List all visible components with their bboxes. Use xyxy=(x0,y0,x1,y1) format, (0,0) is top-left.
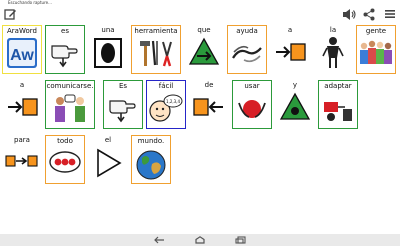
back-icon[interactable] xyxy=(153,236,165,244)
card-una[interactable]: una xyxy=(88,25,128,74)
card-facil[interactable]: fácil 1,2,3,4 xyxy=(146,80,186,129)
card-label: todo xyxy=(57,137,73,145)
card-label: para xyxy=(14,136,30,144)
arrow-to-square-icon xyxy=(276,43,306,61)
female-figure-icon xyxy=(322,37,344,68)
card-label: que xyxy=(197,26,211,34)
card-a-2[interactable]: a xyxy=(2,80,42,129)
adapt-objects-icon xyxy=(324,102,352,121)
card-que[interactable]: que xyxy=(184,25,224,74)
card-todo[interactable]: todo xyxy=(45,135,85,184)
card-a[interactable]: a xyxy=(270,25,310,74)
helping-hands-icon xyxy=(232,45,262,63)
card-la[interactable]: la xyxy=(313,25,353,74)
card-label: AraWord xyxy=(7,27,37,35)
card-label: una xyxy=(101,26,115,34)
hands-holding-red-icon xyxy=(238,100,266,118)
home-icon[interactable] xyxy=(194,236,206,244)
card-araword[interactable]: AraWord Aw xyxy=(2,25,42,74)
card-para[interactable]: para xyxy=(2,135,42,184)
card-label: y xyxy=(292,81,298,89)
edit-icon[interactable] xyxy=(4,8,17,21)
card-y[interactable]: y xyxy=(275,80,315,129)
group-of-people-icon xyxy=(360,40,392,64)
card-ayuda[interactable]: ayuda xyxy=(227,25,267,74)
card-label: a xyxy=(19,81,25,89)
card-label: gente xyxy=(365,27,387,35)
card-label: la xyxy=(329,26,337,34)
pictogram-grid: AraWord Aw es una herramienta que ayuda … xyxy=(0,24,400,234)
card-label: de xyxy=(204,81,214,89)
triangle-with-arrow-icon xyxy=(188,37,220,65)
navigation-bar xyxy=(0,234,400,246)
card-mundo[interactable]: mundo. xyxy=(131,135,171,184)
card-adaptar[interactable]: adaptar xyxy=(318,80,358,129)
card-label: adaptar xyxy=(324,82,352,90)
card-label: a xyxy=(287,26,293,34)
svg-text:Aw: Aw xyxy=(10,47,34,64)
app-toolbar xyxy=(0,5,400,24)
card-label: Es xyxy=(118,82,128,90)
recent-apps-icon[interactable] xyxy=(235,236,247,244)
card-usar[interactable]: usar xyxy=(232,80,272,129)
arrow-to-square-icon xyxy=(8,98,38,116)
menu-icon[interactable] xyxy=(385,9,395,19)
two-people-talking-icon xyxy=(55,94,85,122)
three-red-dots-icon xyxy=(49,151,81,173)
card-label: mundo. xyxy=(137,137,165,145)
face-with-numbers-icon: 1,2,3,4 xyxy=(149,94,183,122)
tools-icon xyxy=(140,40,172,67)
face-numbers-text: 1,2,3,4 xyxy=(166,99,180,104)
card-herramienta[interactable]: herramienta xyxy=(131,25,181,74)
triangle-plus-icon xyxy=(279,92,311,120)
card-es[interactable]: es xyxy=(45,25,85,74)
hand-pointing-down-icon xyxy=(51,45,78,68)
card-label: usar xyxy=(244,82,260,90)
card-comunicarse[interactable]: comunicarse. xyxy=(45,80,95,129)
card-gente[interactable]: gente xyxy=(356,25,396,74)
araword-logo-icon: Aw xyxy=(7,38,37,68)
card-label: el xyxy=(104,136,112,144)
card-label: herramienta xyxy=(134,27,178,35)
hand-pointing-down-icon xyxy=(109,100,136,123)
card-el[interactable]: el xyxy=(88,135,128,184)
card-label: ayuda xyxy=(236,27,258,35)
card-es-2[interactable]: Es xyxy=(103,80,143,129)
outline-triangle-icon xyxy=(97,148,122,178)
share-icon[interactable] xyxy=(363,8,375,21)
volume-icon[interactable] xyxy=(342,8,356,21)
one-circle-in-box-icon xyxy=(94,38,122,68)
globe-icon xyxy=(136,150,166,180)
square-arrow-square-icon xyxy=(5,155,38,167)
card-label: comunicarse. xyxy=(46,82,94,90)
card-label: es xyxy=(61,27,69,35)
card-label: fácil xyxy=(158,82,174,90)
card-de[interactable]: de xyxy=(189,80,229,129)
arrow-from-square-icon xyxy=(193,98,223,116)
